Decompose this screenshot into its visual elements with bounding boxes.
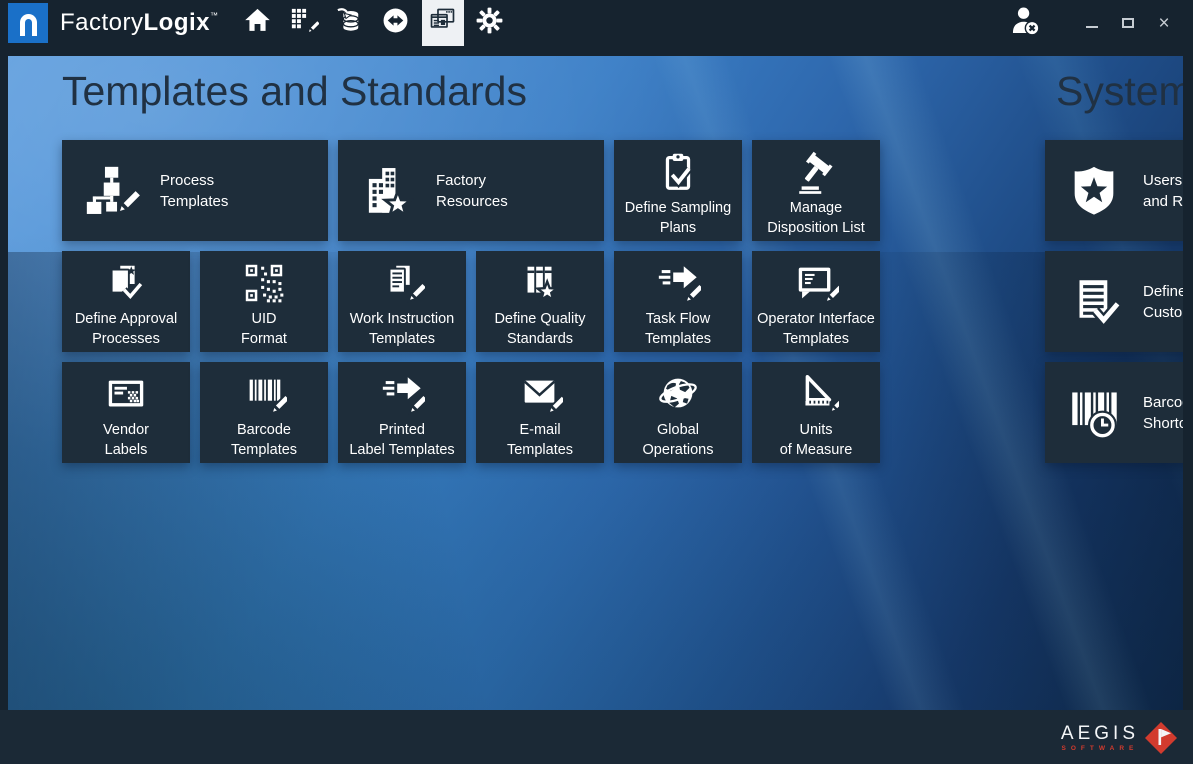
tile-label: Define SamplingPlans bbox=[625, 198, 731, 238]
factory-resources-tile[interactable]: FactoryResources bbox=[338, 140, 604, 241]
work-instruction-templates-icon bbox=[379, 260, 425, 306]
barcode-shortcuts-tile[interactable]: BarcodeShortcuts bbox=[1045, 362, 1183, 463]
minimize-icon bbox=[1086, 26, 1098, 28]
define-approval-processes-icon bbox=[103, 260, 149, 306]
define-approval-processes-tile[interactable]: Define ApprovalProcesses bbox=[62, 251, 190, 352]
maximize-icon bbox=[1122, 18, 1134, 28]
tile-label: VendorLabels bbox=[103, 420, 149, 460]
circle-arrows-icon bbox=[380, 5, 411, 41]
user-logout-icon bbox=[1008, 4, 1042, 43]
users-and-roles-tile[interactable]: Usersand Roles bbox=[1045, 140, 1183, 241]
tile-label: BarcodeTemplates bbox=[231, 420, 297, 460]
system-tiles: Usersand Roles DefineCustomers BarcodeSh… bbox=[1045, 140, 1183, 473]
templates-windows-icon bbox=[427, 5, 458, 41]
process-templates-icon bbox=[82, 162, 140, 220]
aegis-diamond-icon bbox=[1143, 720, 1179, 756]
define-customers-icon bbox=[1065, 273, 1123, 331]
nav-settings[interactable] bbox=[470, 0, 510, 46]
tile-label: Define ApprovalProcesses bbox=[75, 309, 177, 349]
tile-label: Unitsof Measure bbox=[780, 420, 853, 460]
users-and-roles-icon bbox=[1065, 162, 1123, 220]
task-flow-templates-icon bbox=[655, 260, 701, 306]
tile-label: Define QualityStandards bbox=[494, 309, 585, 349]
close-button[interactable]: × bbox=[1151, 10, 1177, 36]
tile-label: DefineCustomers bbox=[1143, 281, 1183, 323]
manage-disposition-list-tile[interactable]: ManageDisposition List bbox=[752, 140, 880, 241]
operator-interface-templates-icon bbox=[793, 260, 839, 306]
task-flow-templates-tile[interactable]: Task FlowTemplates bbox=[614, 251, 742, 352]
operator-interface-templates-tile[interactable]: Operator InterfaceTemplates bbox=[752, 251, 880, 352]
uid-format-tile[interactable]: UIDFormat bbox=[200, 251, 328, 352]
manage-disposition-list-icon bbox=[793, 149, 839, 195]
define-customers-tile[interactable]: DefineCustomers bbox=[1045, 251, 1183, 352]
user-logout-button[interactable] bbox=[1005, 3, 1045, 43]
database-arrow-icon bbox=[334, 5, 365, 41]
aegis-brand: AEGIS bbox=[1061, 724, 1139, 744]
tile-label: ProcessTemplates bbox=[160, 170, 228, 212]
tile-label: Operator InterfaceTemplates bbox=[757, 309, 875, 349]
nav-home[interactable] bbox=[238, 0, 278, 46]
barcode-templates-icon bbox=[241, 371, 287, 417]
tile-label: E-mailTemplates bbox=[507, 420, 573, 460]
process-templates-tile[interactable]: ProcessTemplates bbox=[62, 140, 328, 241]
tile-label: FactoryResources bbox=[436, 170, 508, 212]
tile-label: Work InstructionTemplates bbox=[350, 309, 455, 349]
tile-label: GlobalOperations bbox=[643, 420, 714, 460]
define-sampling-plans-tile[interactable]: Define SamplingPlans bbox=[614, 140, 742, 241]
define-quality-standards-icon bbox=[517, 260, 563, 306]
vendor-labels-icon bbox=[103, 371, 149, 417]
maximize-button[interactable] bbox=[1115, 10, 1141, 36]
footer-bar: AEGIS SOFTWARE bbox=[0, 710, 1193, 764]
nav-materials[interactable] bbox=[330, 0, 370, 46]
aegis-brand-sub: SOFTWARE bbox=[1061, 745, 1139, 752]
app-title-bold: Logix bbox=[144, 9, 211, 36]
templates-and-standards-tiles: ProcessTemplates FactoryResources Define… bbox=[62, 140, 880, 473]
units-of-measure-tile[interactable]: Unitsof Measure bbox=[752, 362, 880, 463]
tile-label: PrintedLabel Templates bbox=[349, 420, 454, 460]
global-operations-icon bbox=[655, 371, 701, 417]
barcode-shortcuts-icon bbox=[1065, 384, 1123, 442]
work-instruction-templates-tile[interactable]: Work InstructionTemplates bbox=[338, 251, 466, 352]
email-templates-tile[interactable]: E-mailTemplates bbox=[476, 362, 604, 463]
home-icon bbox=[242, 5, 273, 41]
nav-logistics[interactable] bbox=[376, 0, 416, 46]
main-panel: Templates and Standards System ProcessTe… bbox=[8, 56, 1183, 710]
titlebar-right: × bbox=[1005, 3, 1193, 43]
aegis-logo: AEGIS SOFTWARE bbox=[1061, 720, 1179, 756]
factory-resources-icon bbox=[358, 162, 416, 220]
app-title-light: Factory bbox=[60, 9, 144, 36]
barcode-templates-tile[interactable]: BarcodeTemplates bbox=[200, 362, 328, 463]
tile-label: BarcodeShortcuts bbox=[1143, 392, 1183, 434]
titlebar: FactoryLogix™ bbox=[0, 0, 1193, 46]
factorylogix-n-icon bbox=[20, 14, 37, 36]
nav-engineering[interactable] bbox=[284, 0, 324, 46]
define-quality-standards-tile[interactable]: Define QualityStandards bbox=[476, 251, 604, 352]
main-nav bbox=[235, 0, 513, 46]
define-sampling-plans-icon bbox=[655, 149, 701, 195]
aegis-logo-text: AEGIS SOFTWARE bbox=[1061, 724, 1139, 752]
section-title-system: System bbox=[1056, 68, 1183, 115]
gear-icon bbox=[474, 5, 505, 41]
printed-label-templates-icon bbox=[379, 371, 425, 417]
trademark: ™ bbox=[210, 11, 219, 20]
units-of-measure-icon bbox=[793, 371, 839, 417]
global-operations-tile[interactable]: GlobalOperations bbox=[614, 362, 742, 463]
email-templates-icon bbox=[517, 371, 563, 417]
tile-label: UIDFormat bbox=[241, 309, 287, 349]
printed-label-templates-tile[interactable]: PrintedLabel Templates bbox=[338, 362, 466, 463]
minimize-button[interactable] bbox=[1079, 10, 1105, 36]
app-logo bbox=[8, 3, 48, 43]
close-icon: × bbox=[1158, 14, 1169, 33]
uid-format-icon bbox=[241, 260, 287, 306]
window-controls: × bbox=[1069, 10, 1177, 36]
app-title: FactoryLogix™ bbox=[60, 9, 219, 37]
tile-label: ManageDisposition List bbox=[767, 198, 865, 238]
section-title-templates-and-standards: Templates and Standards bbox=[62, 68, 527, 115]
tile-label: Task FlowTemplates bbox=[645, 309, 711, 349]
vendor-labels-tile[interactable]: VendorLabels bbox=[62, 362, 190, 463]
grid-pencil-icon bbox=[288, 5, 319, 41]
nav-templates[interactable] bbox=[422, 0, 464, 46]
tile-label: Usersand Roles bbox=[1143, 170, 1183, 212]
